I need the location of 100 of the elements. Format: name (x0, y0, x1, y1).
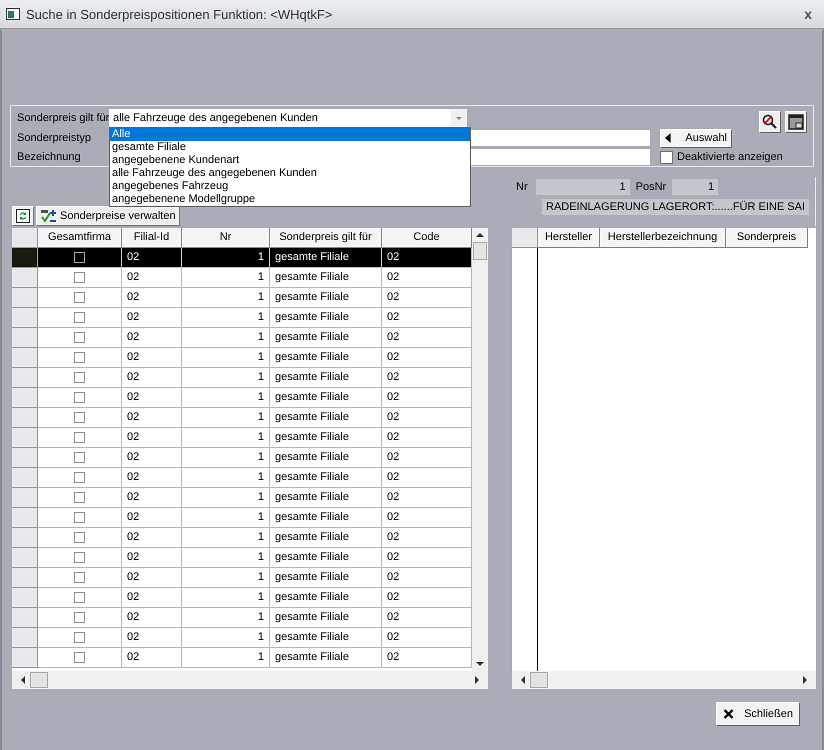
table-row[interactable]: 02 1 gesamte Filiale 02 (12, 588, 472, 608)
table-row[interactable]: 02 1 gesamte Filiale 02 (12, 628, 472, 648)
table-cell: 1 (182, 448, 270, 468)
table-row[interactable]: 02 1 gesamte Filiale 02 (12, 328, 472, 348)
checkbox[interactable] (74, 432, 85, 443)
manage-prices-button[interactable]: Sonderpreise verwalten (36, 206, 180, 226)
table-row[interactable]: 02 1 gesamte Filiale 02 (12, 608, 472, 628)
table-cell: 02 (122, 368, 182, 388)
table-row[interactable]: 02 1 gesamte Filiale 02 (12, 528, 472, 548)
checkbox[interactable] (74, 552, 85, 563)
table-cell: gesamte Filiale (270, 428, 382, 448)
refresh-button[interactable] (12, 206, 34, 226)
table-row[interactable]: 02 1 gesamte Filiale 02 (12, 408, 472, 428)
window-button[interactable] (785, 111, 807, 133)
table-row[interactable]: 02 1 gesamte Filiale 02 (12, 268, 472, 288)
table-cell: 1 (182, 268, 270, 288)
readonly-field: RADEINLAGERUNG LAGERORT:......FÜR EINE SAI (542, 199, 809, 215)
checkbox[interactable] (74, 492, 85, 503)
row-header (512, 228, 538, 248)
column-header[interactable]: Hersteller (538, 228, 600, 248)
table-cell: 1 (182, 248, 270, 268)
table-cell: gesamte Filiale (270, 588, 382, 608)
search-button[interactable] (759, 111, 781, 133)
checkbox[interactable] (74, 652, 85, 663)
table-cell: gesamte Filiale (270, 288, 382, 308)
table-cell: 02 (122, 248, 182, 268)
table-cell: 1 (182, 488, 270, 508)
row-header[interactable] (12, 248, 38, 268)
dropdown-option[interactable]: angegebenes Fahrzeug (110, 180, 470, 193)
column-header[interactable]: Herstellerbezeichnung (600, 228, 726, 248)
column-header[interactable]: Nr (182, 228, 270, 248)
left-arrow-icon (665, 132, 672, 144)
table-row[interactable]: 02 1 gesamte Filiale 02 (12, 428, 472, 448)
dropdown-option[interactable]: Alle (110, 128, 470, 141)
column-header[interactable]: Code (382, 228, 472, 248)
table-cell: gesamte Filiale (270, 308, 382, 328)
checkbox[interactable] (74, 472, 85, 483)
search-icon (761, 113, 779, 131)
checkbox-box[interactable] (660, 150, 673, 164)
checkbox[interactable] (74, 572, 85, 583)
table-cell: 02 (122, 588, 182, 608)
checkbox[interactable] (74, 392, 85, 403)
table-row[interactable]: 02 1 gesamte Filiale 02 (12, 388, 472, 408)
table-cell: 1 (182, 628, 270, 648)
column-header[interactable]: Sonderpreis (726, 228, 808, 248)
checkbox[interactable] (74, 592, 85, 603)
table-cell: gesamte Filiale (270, 348, 382, 368)
checkbox[interactable] (74, 412, 85, 423)
field-label: Bezeichnung (17, 151, 82, 163)
table-row[interactable]: 02 1 gesamte Filiale 02 (12, 568, 472, 588)
dropdown-option[interactable]: angegebenene Modellgruppe (110, 193, 470, 206)
table-row[interactable]: 02 1 gesamte Filiale 02 (12, 448, 472, 468)
dropdown-option[interactable]: angegebenene Kundenart (110, 154, 470, 167)
table-row[interactable]: 02 1 gesamte Filiale 02 (12, 248, 472, 268)
checkbox[interactable]: Deaktivierte anzeigen (660, 150, 783, 164)
checkbox[interactable] (74, 532, 85, 543)
window-title: Suche in Sonderpreispositionen Funktion: <WHqtkF> (26, 6, 332, 22)
selection-button[interactable]: Auswahl (660, 128, 732, 148)
table-cell: gesamte Filiale (270, 388, 382, 408)
dropdown-option[interactable]: gesamte Filiale (110, 141, 470, 154)
checkbox[interactable] (74, 252, 85, 263)
close-button[interactable]: x (798, 6, 818, 22)
table-row[interactable]: 02 1 gesamte Filiale 02 (12, 368, 472, 388)
checkbox[interactable] (74, 512, 85, 523)
readonly-field: 1 (536, 179, 630, 195)
checkbox[interactable] (74, 332, 85, 343)
checkbox[interactable] (74, 452, 85, 463)
field-label: Sonderpreistyp (17, 132, 92, 144)
table-cell: 02 (122, 548, 182, 568)
table-cell: 02 (122, 268, 182, 288)
close-dialog-button[interactable]: Schließen (716, 702, 800, 726)
table-row[interactable]: 02 1 gesamte Filiale 02 (12, 468, 472, 488)
table-cell: gesamte Filiale (270, 268, 382, 288)
table-row[interactable]: 02 1 gesamte Filiale 02 (12, 308, 472, 328)
checkbox[interactable] (74, 272, 85, 283)
readonly-field: 1 (672, 179, 718, 195)
row-header (12, 228, 38, 248)
table-cell: 1 (182, 468, 270, 488)
scroll-thumb[interactable] (473, 242, 487, 260)
scroll-thumb[interactable] (30, 672, 48, 688)
column-header[interactable]: Sonderpreis gilt für (270, 228, 382, 248)
table-row[interactable]: 02 1 gesamte Filiale 02 (12, 488, 472, 508)
checkbox[interactable] (74, 292, 85, 303)
table-row[interactable]: 02 1 gesamte Filiale 02 (12, 508, 472, 528)
table-cell: 1 (182, 368, 270, 388)
column-header[interactable]: Gesamtfirma (38, 228, 122, 248)
scroll-thumb[interactable] (530, 672, 548, 688)
table-cell: gesamte Filiale (270, 508, 382, 528)
table-row[interactable]: 02 1 gesamte Filiale 02 (12, 548, 472, 568)
table-row[interactable]: 02 1 gesamte Filiale 02 (12, 288, 472, 308)
table-cell: 1 (182, 408, 270, 428)
table-row[interactable]: 02 1 gesamte Filiale 02 (12, 648, 472, 668)
checkbox[interactable] (74, 612, 85, 623)
checkbox[interactable] (74, 372, 85, 383)
table-row[interactable]: 02 1 gesamte Filiale 02 (12, 348, 472, 368)
column-header[interactable]: Filial-Id (122, 228, 182, 248)
checkbox[interactable] (74, 312, 85, 323)
checkbox[interactable] (74, 632, 85, 643)
dropdown-option[interactable]: alle Fahrzeuge des angegebenen Kunden (110, 167, 470, 180)
checkbox[interactable] (74, 352, 85, 363)
